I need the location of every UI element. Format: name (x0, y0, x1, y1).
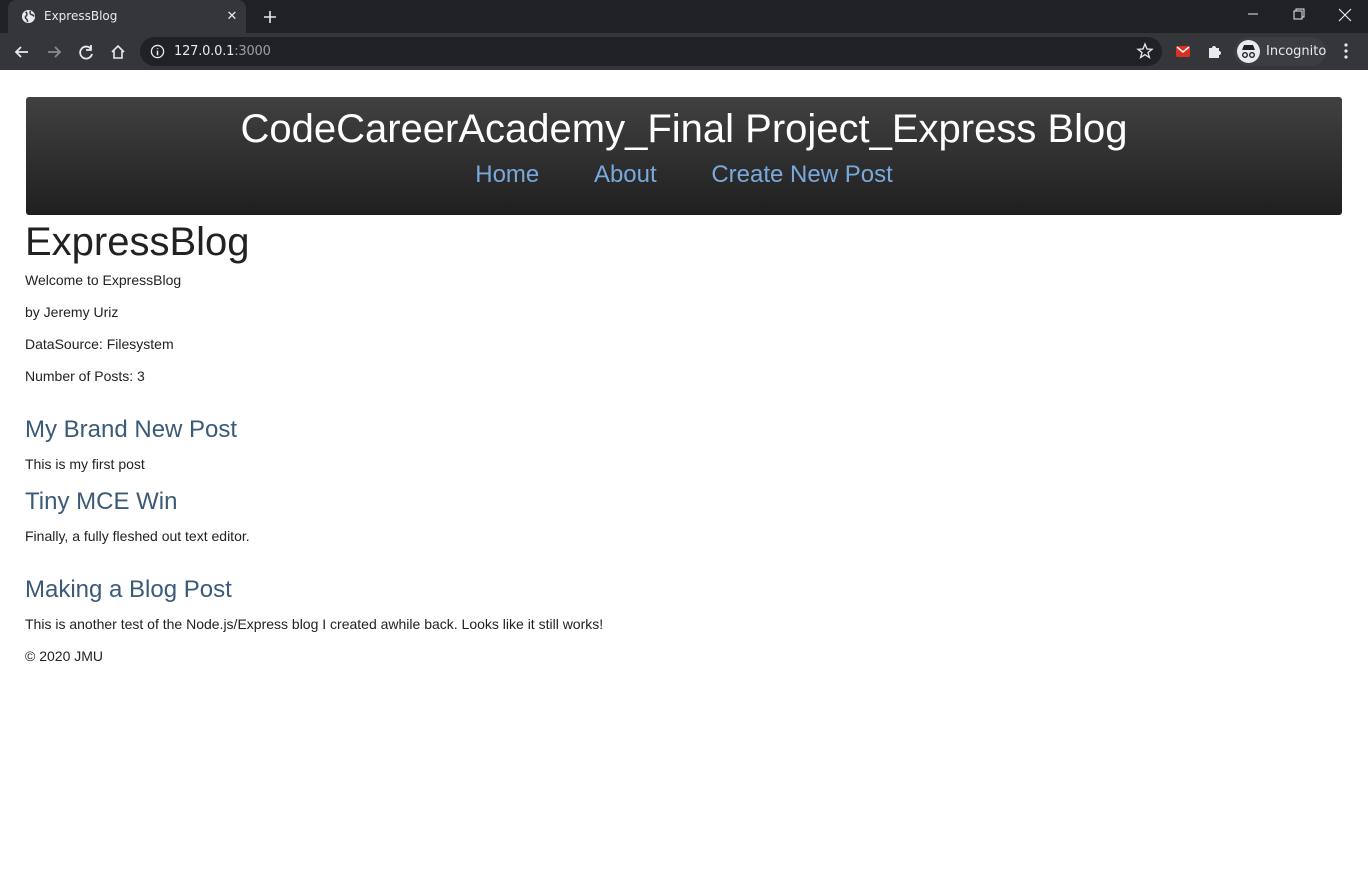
nav-home-link[interactable]: Home (475, 161, 539, 188)
post-count-text: Number of Posts: 3 (25, 368, 145, 384)
incognito-label: Incognito (1266, 44, 1327, 59)
post-body: This is my first post (25, 456, 145, 472)
extensions-puzzle-icon[interactable] (1206, 42, 1224, 60)
incognito-profile-button[interactable]: Incognito (1234, 37, 1326, 66)
author-text: by Jeremy Uriz (25, 304, 119, 320)
globe-icon (21, 9, 36, 24)
post-title-link[interactable]: Tiny MCE Win (25, 488, 177, 516)
home-icon[interactable] (105, 39, 131, 65)
post-body: This is another test of the Node.js/Expr… (25, 616, 604, 632)
restore-icon[interactable] (1276, 0, 1322, 30)
gmail-extension-icon[interactable] (1174, 42, 1192, 60)
incognito-icon (1237, 40, 1260, 63)
back-arrow-icon[interactable] (9, 39, 35, 65)
forward-arrow-icon[interactable] (41, 39, 67, 65)
window-close-icon[interactable] (1322, 0, 1368, 30)
nav-about-link[interactable]: About (594, 161, 657, 188)
post-title-link[interactable]: My Brand New Post (25, 416, 237, 444)
close-icon[interactable]: ✕ (224, 8, 240, 24)
bookmark-star-icon[interactable] (1136, 42, 1154, 60)
post-body: Finally, a fully fleshed out text editor… (25, 528, 250, 544)
address-bar[interactable]: 127.0.0.1:3000 (140, 37, 1162, 66)
info-icon[interactable] (150, 44, 165, 59)
footer-copyright: © 2020 JMU (25, 648, 104, 664)
reload-icon[interactable] (73, 39, 99, 65)
welcome-text: Welcome to ExpressBlog (25, 272, 182, 288)
minimize-icon[interactable] (1230, 0, 1276, 30)
nav-create-post-link[interactable]: Create New Post (711, 161, 892, 188)
browser-toolbar: 127.0.0.1:3000 Incognito (0, 33, 1368, 70)
url-text: 127.0.0.1:3000 (174, 44, 271, 59)
datasource-text: DataSource: Filesystem (25, 336, 174, 352)
main-nav: Home About Create New Post (26, 161, 1342, 189)
post-title-link[interactable]: Making a Blog Post (25, 576, 232, 604)
tab-title: ExpressBlog (44, 9, 118, 23)
browser-tab[interactable]: ExpressBlog ✕ (8, 0, 246, 33)
site-header: CodeCareerAcademy_Final Project_Express … (26, 97, 1342, 215)
new-tab-icon[interactable] (260, 7, 280, 27)
page-title: ExpressBlog (25, 220, 250, 264)
browser-tabstrip: ExpressBlog ✕ (0, 0, 1368, 33)
site-title: CodeCareerAcademy_Final Project_Express … (240, 107, 1128, 151)
more-menu-icon[interactable] (1336, 41, 1356, 61)
